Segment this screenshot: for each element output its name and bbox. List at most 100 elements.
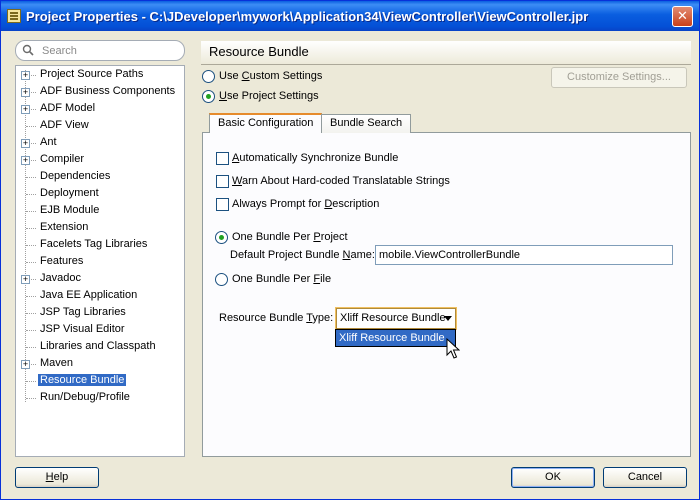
one-bundle-per-project-radio[interactable] (215, 231, 228, 244)
category-tree[interactable]: + Project Source Paths + ADF Business Compo… (15, 65, 185, 457)
tree-item[interactable]: EJB Module (16, 203, 184, 220)
tree-expander-icon[interactable]: + (21, 275, 30, 284)
tree-item[interactable]: Deployment (16, 186, 184, 203)
auto-sync-label[interactable]: Automatically Synchronize Bundle (232, 152, 398, 164)
tree-item-label: JSP Visual Editor (40, 323, 125, 335)
help-button[interactable]: Help (15, 467, 99, 488)
tab-basic-configuration[interactable]: Basic Configuration (209, 113, 323, 133)
always-prompt-checkbox[interactable] (216, 198, 229, 211)
use-custom-settings-label[interactable]: Use Custom Settings (219, 70, 322, 82)
bundle-type-selected-value: Xliff Resource Bundle (340, 312, 446, 324)
tree-item-label: Extension (40, 221, 89, 233)
search-input[interactable] (40, 43, 180, 58)
tab-bundle-search[interactable]: Bundle Search (321, 114, 412, 133)
tree-connector-line (26, 398, 36, 399)
tree-item[interactable]: + Maven (16, 356, 184, 373)
tree-item[interactable]: + Project Source Paths (16, 67, 184, 84)
customize-settings-button[interactable]: Customize Settings... (551, 67, 687, 88)
default-bundle-name-input[interactable]: mobile.ViewControllerBundle (375, 245, 673, 265)
always-prompt-label[interactable]: Always Prompt for Description (232, 198, 379, 210)
title-bar[interactable]: Project Properties - C:\JDeveloper\mywor… (1, 1, 699, 31)
tree-connector-line (26, 126, 36, 127)
tree-item-label: Facelets Tag Libraries (40, 238, 148, 250)
tree-connector-line (26, 381, 36, 382)
tree-item[interactable]: Libraries and Classpath (16, 339, 184, 356)
tree-connector-line (26, 245, 36, 246)
tree-item-label: Ant (40, 136, 57, 148)
tree-item[interactable]: Facelets Tag Libraries (16, 237, 184, 254)
one-bundle-per-project-label[interactable]: One Bundle Per Project (232, 231, 348, 243)
tree-connector-line (26, 262, 36, 263)
tree-item-label: ADF View (40, 119, 89, 131)
tree-expander-icon[interactable]: + (21, 156, 30, 165)
search-field[interactable] (15, 40, 185, 61)
tree-item[interactable]: ADF View (16, 118, 184, 135)
tree-item[interactable]: JSP Visual Editor (16, 322, 184, 339)
tree-item[interactable]: Dependencies (16, 169, 184, 186)
tree-item[interactable]: + ADF Business Components (16, 84, 184, 101)
tree-item-label: Java EE Application (40, 289, 138, 301)
tree-item[interactable]: Resource Bundle (16, 373, 184, 390)
search-icon (22, 44, 34, 56)
use-project-settings-radio[interactable] (202, 90, 215, 103)
tree-expander-icon[interactable]: + (21, 105, 30, 114)
tree-expander-icon[interactable]: + (21, 139, 30, 148)
bundle-type-label: Resource Bundle Type: (219, 312, 334, 324)
window-title: Project Properties - C:\JDeveloper\mywor… (26, 9, 589, 24)
panel-header: Resource Bundle (201, 41, 691, 65)
close-button[interactable]: ✕ (672, 6, 693, 27)
tree-connector-line (26, 347, 36, 348)
tree-item[interactable]: JSP Tag Libraries (16, 305, 184, 322)
tree-item-label: Resource Bundle (38, 374, 127, 386)
tree-connector-line (26, 177, 36, 178)
tree-item[interactable]: + ADF Model (16, 101, 184, 118)
bundle-type-option[interactable]: Xliff Resource Bundle (336, 330, 455, 346)
tree-item-label: Maven (40, 357, 74, 369)
tree-item[interactable]: + Javadoc (16, 271, 184, 288)
tree-item-label: EJB Module (40, 204, 100, 216)
tree-item-label: Features (40, 255, 84, 267)
project-properties-dialog: Project Properties - C:\JDeveloper\mywor… (0, 0, 700, 500)
tree-item-label: Libraries and Classpath (40, 340, 156, 352)
tree-item-label: Dependencies (40, 170, 111, 182)
tree-item[interactable]: + Ant (16, 135, 184, 152)
tree-connector-line (26, 211, 36, 212)
tree-item-label: ADF Business Components (40, 85, 176, 97)
ok-button[interactable]: OK (511, 467, 595, 488)
settings-tabs: Basic Configuration Bundle Search (202, 113, 692, 457)
tree-expander-icon[interactable]: + (21, 360, 30, 369)
tree-item-label: Javadoc (40, 272, 81, 284)
one-bundle-per-file-radio[interactable] (215, 273, 228, 286)
default-bundle-name-label: Default Project Bundle Name: (230, 249, 375, 261)
cancel-button[interactable]: Cancel (603, 467, 687, 488)
tree-connector-line (26, 228, 36, 229)
header-divider (201, 64, 691, 65)
tree-item[interactable]: Java EE Application (16, 288, 184, 305)
tree-connector-line (26, 330, 36, 331)
use-project-settings-label[interactable]: Use Project Settings (219, 90, 319, 102)
tree-item-label: JSP Tag Libraries (40, 306, 126, 318)
warn-hardcoded-label[interactable]: Warn About Hard-coded Translatable Strin… (232, 175, 450, 187)
project-icon (7, 9, 21, 23)
panel-title: Resource Bundle (209, 44, 309, 59)
dropdown-arrow-icon[interactable] (444, 316, 452, 321)
tree-connector-line (26, 313, 36, 314)
one-bundle-per-file-label[interactable]: One Bundle Per File (232, 273, 331, 285)
tree-item[interactable]: Run/Debug/Profile (16, 390, 184, 407)
bundle-type-select[interactable]: Xliff Resource Bundle (336, 308, 456, 329)
use-custom-settings-radio[interactable] (202, 70, 215, 83)
tree-connector-line (26, 194, 36, 195)
bundle-type-options-list[interactable]: Xliff Resource Bundle (335, 329, 456, 347)
tree-expander-icon[interactable]: + (21, 88, 30, 97)
warn-hardcoded-checkbox[interactable] (216, 175, 229, 188)
auto-sync-checkbox[interactable] (216, 152, 229, 165)
tree-connector-line (26, 296, 36, 297)
tree-item[interactable]: + Compiler (16, 152, 184, 169)
tree-item-label: Compiler (40, 153, 85, 165)
tree-expander-icon[interactable]: + (21, 71, 30, 80)
mouse-pointer-icon (446, 338, 460, 359)
tree-item[interactable]: Features (16, 254, 184, 271)
tree-item-label: Run/Debug/Profile (40, 391, 130, 403)
tree-item[interactable]: Extension (16, 220, 184, 237)
tree-item-label: Deployment (40, 187, 99, 199)
